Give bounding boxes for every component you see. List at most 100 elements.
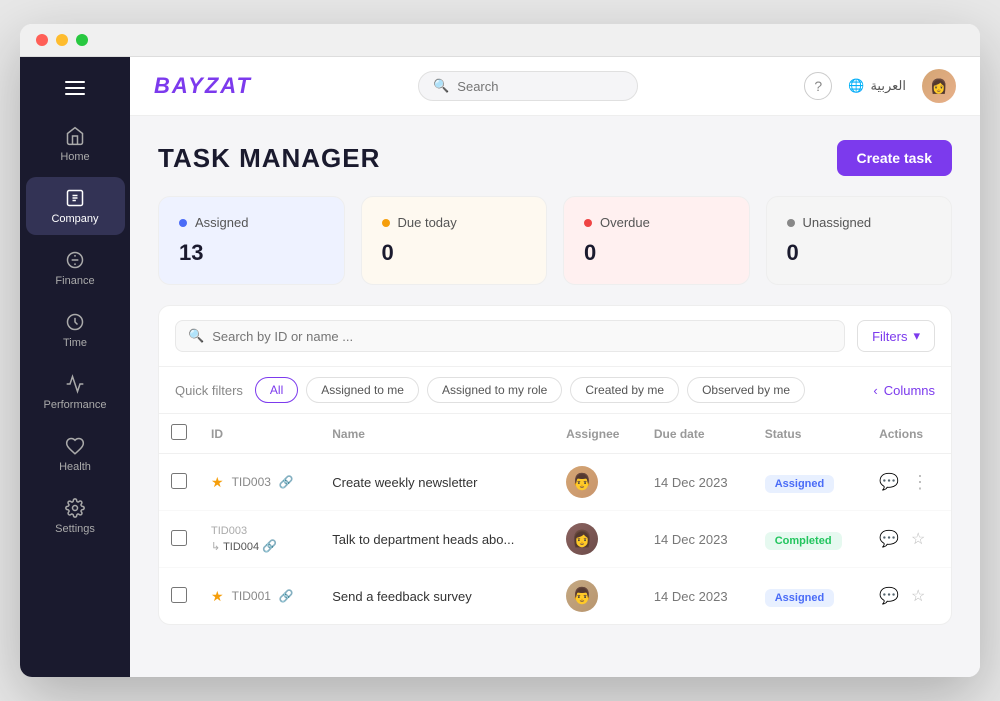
row-due-date: 14 Dec 2023 (642, 568, 753, 625)
row-assignee: 👨 (554, 454, 642, 511)
health-icon (64, 435, 86, 457)
create-task-button[interactable]: Create task (837, 140, 953, 176)
sidebar-item-finance[interactable]: Finance (26, 239, 125, 297)
actions-cell: 💬 ☆ (879, 586, 939, 606)
row-status: Assigned (753, 568, 867, 625)
row-name: Talk to department heads abo... (320, 511, 554, 568)
stat-card-overdue: Overdue 0 (563, 196, 750, 285)
table-row: ★ TID003 🔗 Create weekly newsletter 👨 14… (159, 454, 951, 511)
page-header: TASK MANAGER Create task (158, 140, 952, 176)
finance-icon (64, 249, 86, 271)
qf-created-by-me-button[interactable]: Created by me (570, 377, 679, 403)
star-icon: ★ (211, 588, 224, 605)
filters-label: Filters (872, 329, 907, 344)
stat-card-header-unassigned: Unassigned (787, 215, 932, 230)
select-all-checkbox[interactable] (171, 424, 187, 440)
help-button[interactable]: ? (804, 72, 832, 100)
qf-observed-by-me-button[interactable]: Observed by me (687, 377, 805, 403)
stat-value-assigned: 13 (179, 240, 324, 266)
row-checkbox[interactable] (171, 473, 187, 489)
stat-value-overdue: 0 (584, 240, 729, 266)
qf-all-button[interactable]: All (255, 377, 298, 403)
row-checkbox-cell (159, 454, 199, 511)
columns-button[interactable]: ‹ Columns (873, 383, 935, 398)
comment-icon[interactable]: 💬 (879, 529, 899, 549)
columns-label: Columns (884, 383, 935, 398)
table-search[interactable]: 🔍 (175, 320, 845, 352)
company-icon (64, 187, 86, 209)
row-checkbox-cell (159, 511, 199, 568)
star-icon[interactable]: ★ (211, 474, 224, 491)
status-badge: Completed (765, 532, 842, 550)
table-toolbar: 🔍 Filters ▾ (159, 306, 951, 367)
sidebar-label-home: Home (60, 151, 89, 163)
task-id: TID003 (232, 475, 271, 489)
columns-chevron-icon: ‹ (873, 383, 877, 398)
search-icon: 🔍 (433, 78, 449, 94)
sidebar-item-health[interactable]: Health (26, 425, 125, 483)
search-bar[interactable]: 🔍 (418, 71, 638, 101)
table-row: ★ TID001 🔗 Send a feedback survey 👨 14 D… (159, 568, 951, 625)
task-id-cell: ★ TID001 🔗 (211, 588, 308, 605)
stat-dot-unassigned (787, 219, 795, 227)
sidebar-item-settings[interactable]: Settings (26, 487, 125, 545)
header-status: Status (753, 414, 867, 454)
header-actions: Actions (867, 414, 951, 454)
row-id-cell: TID003 ↳ TID004 🔗 (199, 511, 320, 568)
more-icon[interactable]: ⋮ (911, 472, 929, 493)
lang-label: العربية (870, 78, 906, 94)
stat-dot-overdue (584, 219, 592, 227)
row-status: Assigned (753, 454, 867, 511)
hamburger-menu[interactable] (20, 73, 130, 111)
stat-label-unassigned: Unassigned (803, 215, 872, 230)
stat-label-overdue: Overdue (600, 215, 650, 230)
task-table: ID Name Assignee Due date Status Actions (159, 414, 951, 624)
filters-button[interactable]: Filters ▾ (857, 320, 935, 352)
stat-label-due-today: Due today (398, 215, 457, 230)
browser-dot-red[interactable] (36, 34, 48, 46)
status-badge: Assigned (765, 475, 835, 493)
app-layout: Home Company Finance Ti (20, 57, 980, 677)
page-title: TASK MANAGER (158, 143, 380, 174)
browser-dot-green[interactable] (76, 34, 88, 46)
row-checkbox[interactable] (171, 587, 187, 603)
top-bar-right: ? 🌐 العربية 👩 (804, 69, 956, 103)
browser-dot-yellow[interactable] (56, 34, 68, 46)
sidebar-item-time[interactable]: Time (26, 301, 125, 359)
sidebar-label-time: Time (63, 337, 87, 349)
table-search-input[interactable] (212, 329, 832, 344)
row-checkbox[interactable] (171, 530, 187, 546)
row-name: Send a feedback survey (320, 568, 554, 625)
header-due-date: Due date (642, 414, 753, 454)
sidebar-item-home[interactable]: Home (26, 115, 125, 173)
search-input[interactable] (457, 79, 623, 94)
stat-card-header-due-today: Due today (382, 215, 527, 230)
user-avatar[interactable]: 👩 (922, 69, 956, 103)
sidebar-item-company[interactable]: Company (26, 177, 125, 235)
task-table-container: 🔍 Filters ▾ Quick filters All Assigned t… (158, 305, 952, 625)
qf-assigned-to-me-button[interactable]: Assigned to me (306, 377, 419, 403)
sidebar: Home Company Finance Ti (20, 57, 130, 677)
action-star-icon[interactable]: ☆ (911, 529, 925, 549)
comment-icon[interactable]: 💬 (879, 586, 899, 606)
assignee-avatar: 👨 (566, 580, 598, 612)
comment-icon[interactable]: 💬 (879, 472, 899, 492)
row-id-cell: ★ TID001 🔗 (199, 568, 320, 625)
performance-icon (64, 373, 86, 395)
stat-value-unassigned: 0 (787, 240, 932, 266)
row-checkbox-cell (159, 568, 199, 625)
row-due-date: 14 Dec 2023 (642, 511, 753, 568)
time-icon (64, 311, 86, 333)
stat-card-unassigned: Unassigned 0 (766, 196, 953, 285)
action-star-icon[interactable]: ☆ (911, 586, 925, 606)
language-button[interactable]: 🌐 العربية (848, 78, 906, 94)
actions-cell: 💬 ⋮ (879, 472, 939, 493)
sidebar-item-performance[interactable]: Performance (26, 363, 125, 421)
parent-id: TID003 (211, 525, 308, 537)
avatar-initial: 👩 (930, 78, 947, 95)
row-assignee: 👩 (554, 511, 642, 568)
task-id-cell: ★ TID003 🔗 (211, 474, 308, 491)
qf-assigned-to-role-button[interactable]: Assigned to my role (427, 377, 562, 403)
header-name: Name (320, 414, 554, 454)
sidebar-label-finance: Finance (55, 275, 94, 287)
